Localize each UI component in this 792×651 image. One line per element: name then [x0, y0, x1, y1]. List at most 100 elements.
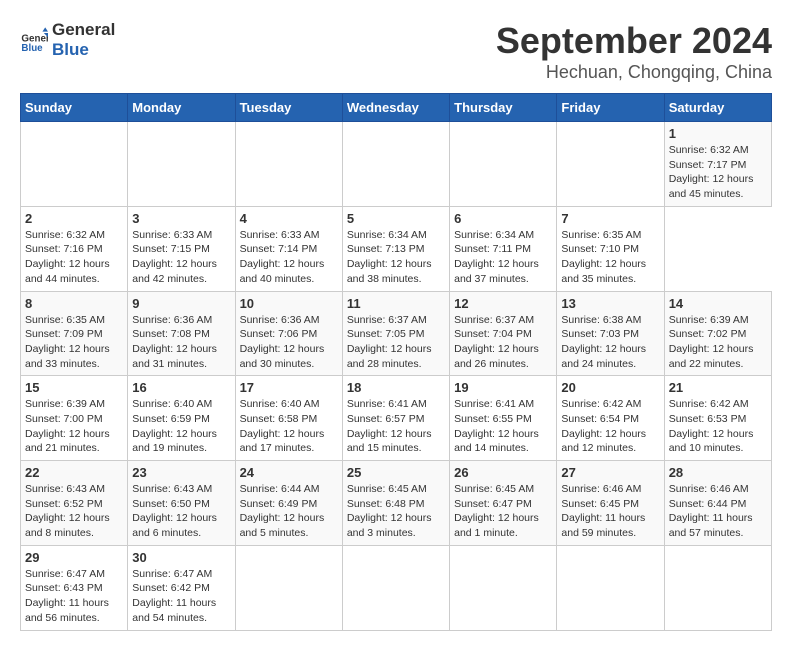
day-info: Sunrise: 6:45 AMSunset: 6:47 PMDaylight:… [454, 482, 552, 541]
calendar-header-cell: Monday [128, 94, 235, 122]
day-info: Sunrise: 6:47 AMSunset: 6:42 PMDaylight:… [132, 567, 230, 626]
logo-icon: General Blue [20, 26, 48, 54]
day-info: Sunrise: 6:38 AMSunset: 7:03 PMDaylight:… [561, 313, 659, 372]
logo-line1: General [52, 20, 115, 40]
day-number: 24 [240, 465, 338, 480]
calendar-week-row: 8 Sunrise: 6:35 AMSunset: 7:09 PMDaylight… [21, 291, 772, 376]
day-number: 28 [669, 465, 767, 480]
day-number: 14 [669, 296, 767, 311]
day-number: 25 [347, 465, 445, 480]
day-info: Sunrise: 6:34 AMSunset: 7:13 PMDaylight:… [347, 228, 445, 287]
calendar-cell: 30 Sunrise: 6:47 AMSunset: 6:42 PMDayligh… [128, 545, 235, 630]
day-info: Sunrise: 6:32 AMSunset: 7:16 PMDaylight:… [25, 228, 123, 287]
calendar-cell [235, 122, 342, 207]
calendar-cell: 12Sunrise: 6:37 AMSunset: 7:04 PMDayligh… [450, 291, 557, 376]
calendar-cell [128, 122, 235, 207]
day-info: Sunrise: 6:42 AMSunset: 6:54 PMDaylight:… [561, 397, 659, 456]
calendar-cell: 28 Sunrise: 6:46 AMSunset: 6:44 PMDayligh… [664, 461, 771, 546]
calendar-cell: 6 Sunrise: 6:34 AMSunset: 7:11 PMDaylight… [450, 206, 557, 291]
calendar-cell [557, 122, 664, 207]
day-number: 10 [240, 296, 338, 311]
calendar-cell: 23Sunrise: 6:43 AMSunset: 6:50 PMDayligh… [128, 461, 235, 546]
day-info: Sunrise: 6:41 AMSunset: 6:55 PMDaylight:… [454, 397, 552, 456]
calendar-cell: 27Sunrise: 6:46 AMSunset: 6:45 PMDayligh… [557, 461, 664, 546]
day-number: 20 [561, 380, 659, 395]
day-number: 8 [25, 296, 123, 311]
calendar-cell [342, 122, 449, 207]
calendar-header-row: SundayMondayTuesdayWednesdayThursdayFrid… [21, 94, 772, 122]
header: General Blue General Blue September 2024… [20, 20, 772, 83]
calendar-cell: 25 Sunrise: 6:45 AMSunset: 6:48 PMDayligh… [342, 461, 449, 546]
day-info: Sunrise: 6:43 AMSunset: 6:50 PMDaylight:… [132, 482, 230, 541]
day-info: Sunrise: 6:39 AMSunset: 7:02 PMDaylight:… [669, 313, 767, 372]
day-number: 22 [25, 465, 123, 480]
logo-line2: Blue [52, 40, 115, 60]
calendar-cell: 14 Sunrise: 6:39 AMSunset: 7:02 PMDayligh… [664, 291, 771, 376]
calendar-cell: 22 Sunrise: 6:43 AMSunset: 6:52 PMDayligh… [21, 461, 128, 546]
calendar-body: 1Sunrise: 6:32 AMSunset: 7:17 PMDaylight… [21, 122, 772, 631]
day-info: Sunrise: 6:40 AMSunset: 6:58 PMDaylight:… [240, 397, 338, 456]
day-info: Sunrise: 6:45 AMSunset: 6:48 PMDaylight:… [347, 482, 445, 541]
day-number: 4 [240, 211, 338, 226]
calendar-table: SundayMondayTuesdayWednesdayThursdayFrid… [20, 93, 772, 631]
day-number: 16 [132, 380, 230, 395]
calendar-header-cell: Wednesday [342, 94, 449, 122]
day-number: 30 [132, 550, 230, 565]
calendar-cell: 3Sunrise: 6:33 AMSunset: 7:15 PMDaylight… [128, 206, 235, 291]
calendar-cell [342, 545, 449, 630]
calendar-cell: 15Sunrise: 6:39 AMSunset: 7:00 PMDayligh… [21, 376, 128, 461]
calendar-cell [235, 545, 342, 630]
calendar-header-cell: Saturday [664, 94, 771, 122]
day-info: Sunrise: 6:47 AMSunset: 6:43 PMDaylight:… [25, 567, 123, 626]
calendar-week-row: 29 Sunrise: 6:47 AMSunset: 6:43 PMDayligh… [21, 545, 772, 630]
day-info: Sunrise: 6:44 AMSunset: 6:49 PMDaylight:… [240, 482, 338, 541]
calendar-week-row: 1Sunrise: 6:32 AMSunset: 7:17 PMDaylight… [21, 122, 772, 207]
calendar-header-cell: Friday [557, 94, 664, 122]
day-number: 17 [240, 380, 338, 395]
page-subtitle: Hechuan, Chongqing, China [496, 62, 772, 83]
calendar-cell: 26 Sunrise: 6:45 AMSunset: 6:47 PMDayligh… [450, 461, 557, 546]
calendar-cell [664, 545, 771, 630]
day-number: 6 [454, 211, 552, 226]
calendar-cell [21, 122, 128, 207]
svg-text:Blue: Blue [21, 44, 43, 55]
day-info: Sunrise: 6:41 AMSunset: 6:57 PMDaylight:… [347, 397, 445, 456]
calendar-cell: 10Sunrise: 6:36 AMSunset: 7:06 PMDayligh… [235, 291, 342, 376]
calendar-week-row: 22 Sunrise: 6:43 AMSunset: 6:52 PMDayligh… [21, 461, 772, 546]
calendar-week-row: 2 Sunrise: 6:32 AMSunset: 7:16 PMDaylight… [21, 206, 772, 291]
calendar-header-cell: Tuesday [235, 94, 342, 122]
day-info: Sunrise: 6:34 AMSunset: 7:11 PMDaylight:… [454, 228, 552, 287]
day-number: 29 [25, 550, 123, 565]
calendar-header-cell: Sunday [21, 94, 128, 122]
day-number: 18 [347, 380, 445, 395]
day-info: Sunrise: 6:39 AMSunset: 7:00 PMDaylight:… [25, 397, 123, 456]
day-info: Sunrise: 6:42 AMSunset: 6:53 PMDaylight:… [669, 397, 767, 456]
calendar-cell: 29 Sunrise: 6:47 AMSunset: 6:43 PMDayligh… [21, 545, 128, 630]
day-info: Sunrise: 6:35 AMSunset: 7:10 PMDaylight:… [561, 228, 659, 287]
calendar-cell: 20 Sunrise: 6:42 AMSunset: 6:54 PMDayligh… [557, 376, 664, 461]
day-info: Sunrise: 6:43 AMSunset: 6:52 PMDaylight:… [25, 482, 123, 541]
calendar-cell: 16 Sunrise: 6:40 AMSunset: 6:59 PMDayligh… [128, 376, 235, 461]
day-number: 1 [669, 126, 767, 141]
day-info: Sunrise: 6:46 AMSunset: 6:44 PMDaylight:… [669, 482, 767, 541]
calendar-header-cell: Thursday [450, 94, 557, 122]
day-number: 26 [454, 465, 552, 480]
day-number: 3 [132, 211, 230, 226]
day-number: 9 [132, 296, 230, 311]
calendar-cell: 18 Sunrise: 6:41 AMSunset: 6:57 PMDayligh… [342, 376, 449, 461]
day-number: 2 [25, 211, 123, 226]
calendar-cell: 8 Sunrise: 6:35 AMSunset: 7:09 PMDaylight… [21, 291, 128, 376]
day-info: Sunrise: 6:40 AMSunset: 6:59 PMDaylight:… [132, 397, 230, 456]
calendar-cell [557, 545, 664, 630]
calendar-cell: 21Sunrise: 6:42 AMSunset: 6:53 PMDayligh… [664, 376, 771, 461]
day-info: Sunrise: 6:37 AMSunset: 7:05 PMDaylight:… [347, 313, 445, 372]
page-title: September 2024 [496, 20, 772, 62]
calendar-cell [450, 545, 557, 630]
day-info: Sunrise: 6:35 AMSunset: 7:09 PMDaylight:… [25, 313, 123, 372]
calendar-cell: 5Sunrise: 6:34 AMSunset: 7:13 PMDaylight… [342, 206, 449, 291]
calendar-cell: 4Sunrise: 6:33 AMSunset: 7:14 PMDaylight… [235, 206, 342, 291]
calendar-cell: 9Sunrise: 6:36 AMSunset: 7:08 PMDaylight… [128, 291, 235, 376]
calendar-cell: 7Sunrise: 6:35 AMSunset: 7:10 PMDaylight… [557, 206, 664, 291]
calendar-cell: 24 Sunrise: 6:44 AMSunset: 6:49 PMDayligh… [235, 461, 342, 546]
calendar-cell: 19Sunrise: 6:41 AMSunset: 6:55 PMDayligh… [450, 376, 557, 461]
